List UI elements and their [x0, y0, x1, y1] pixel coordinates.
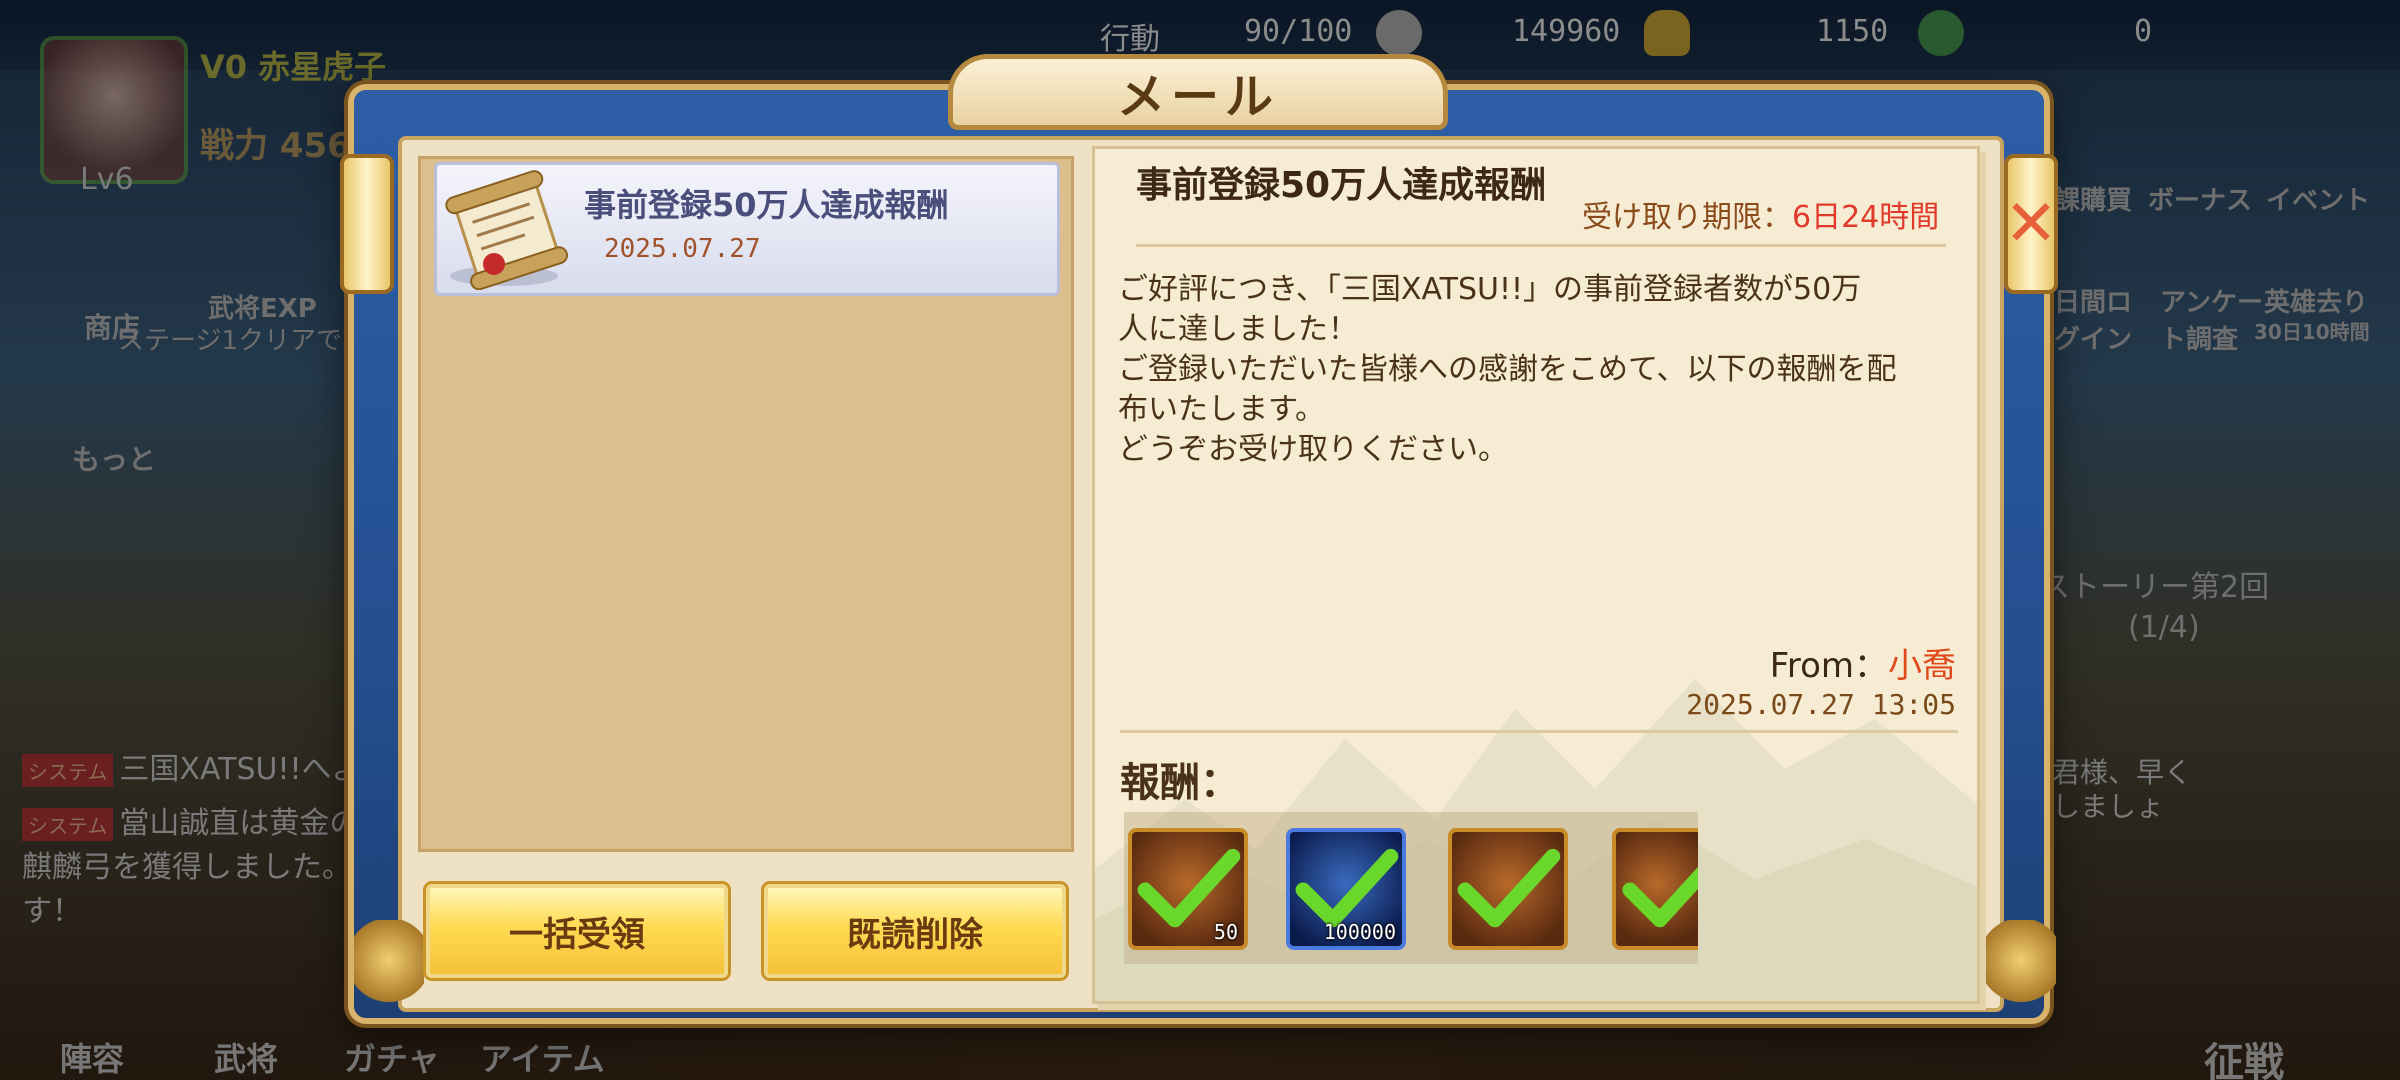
survey-label[interactable]: アンケー ト調査	[2160, 282, 2263, 356]
more-label[interactable]: もっと	[72, 438, 156, 478]
claim-all-button[interactable]: 一括受領	[426, 884, 728, 978]
jade-value: 0	[2134, 14, 2153, 49]
reward-label: 報酬：	[1120, 760, 1240, 806]
reward-item[interactable]	[1612, 828, 1698, 950]
mail-item-title: 事前登録50万人達成報酬	[584, 186, 949, 224]
nav-campaign[interactable]: 征戦	[2204, 1030, 2284, 1080]
claimed-check-icon	[1457, 848, 1561, 928]
chat-line: 麒麟弓を獲得しました。	[22, 850, 352, 885]
delete-read-button[interactable]: 既読削除	[764, 884, 1066, 978]
chat-line: システム 當山誠直は黄金の	[22, 798, 359, 842]
divider	[1136, 244, 1946, 247]
player-power: 戦力 456	[200, 126, 351, 166]
mail-sender: From：小喬	[1769, 646, 1956, 686]
jade-icon	[1918, 10, 1964, 56]
bonus-label[interactable]: ボーナス	[2148, 180, 2252, 217]
reward-quantity: 100000	[1323, 920, 1396, 944]
divider	[1120, 730, 1958, 733]
gold-value: 1150	[1816, 14, 1889, 49]
reward-item[interactable]: 50	[1128, 828, 1248, 950]
stage-clear-label: ステージ1クリアで	[118, 326, 343, 356]
stamina-value: 90/100	[1244, 14, 1353, 49]
dialog-title: メール	[948, 54, 1448, 130]
mail-item-date: 2025.07.27	[604, 234, 761, 264]
silver-coin-icon	[1376, 10, 1422, 56]
silver-value: 149960	[1512, 14, 1621, 49]
dragon-ornament-icon	[1986, 920, 2056, 1020]
event-label[interactable]: イベント	[2266, 180, 2370, 217]
dragon-ornament-icon	[354, 920, 424, 1020]
reward-quantity: 50	[1213, 920, 1238, 944]
purchase-label[interactable]: 課購買	[2054, 180, 2132, 217]
nav-generals[interactable]: 武将	[214, 1034, 278, 1080]
story-label[interactable]: ストーリー第2回	[2040, 562, 2269, 606]
reward-item[interactable]	[1448, 828, 1568, 950]
gold-ingot-icon	[1644, 10, 1690, 56]
mail-body: ご好評につき、「三国XATSU!!」の事前登録者数が50万 人に達しました！ ご…	[1118, 272, 1897, 467]
mail-detail-title: 事前登録50万人達成報酬	[1136, 165, 1547, 206]
story-progress: (1/4)	[2128, 610, 2200, 645]
close-button[interactable]: ✕	[2004, 154, 2058, 294]
reward-item[interactable]: 100000	[1286, 828, 1406, 950]
close-icon: ✕	[2004, 187, 2058, 261]
claim-deadline: 受け取り期限：6日24時間	[1582, 200, 1940, 235]
hero-leave-timer: 30日10時間	[2254, 320, 2370, 344]
player-level: Lv6	[80, 162, 134, 197]
player-vip: V0 赤星虎子	[200, 48, 387, 86]
scroll-ornament-icon	[340, 154, 394, 294]
nav-items[interactable]: アイテム	[480, 1034, 605, 1080]
chat-line: システム 三国XATSU!!へよ	[22, 744, 362, 788]
nav-gacha[interactable]: ガチャ	[344, 1034, 440, 1080]
nav-lineup[interactable]: 陣容	[60, 1034, 124, 1080]
stamina-label: 行動	[1100, 22, 1160, 57]
claimed-check-icon	[1622, 866, 1698, 928]
chat-line: す！	[22, 894, 82, 929]
login-label[interactable]: 日間ロ グイン	[2054, 282, 2132, 356]
scroll-icon	[445, 170, 568, 290]
mail-timestamp: 2025.07.27 13:05	[1686, 688, 1956, 721]
hero-leave-label[interactable]: 英雄去り	[2264, 282, 2368, 319]
